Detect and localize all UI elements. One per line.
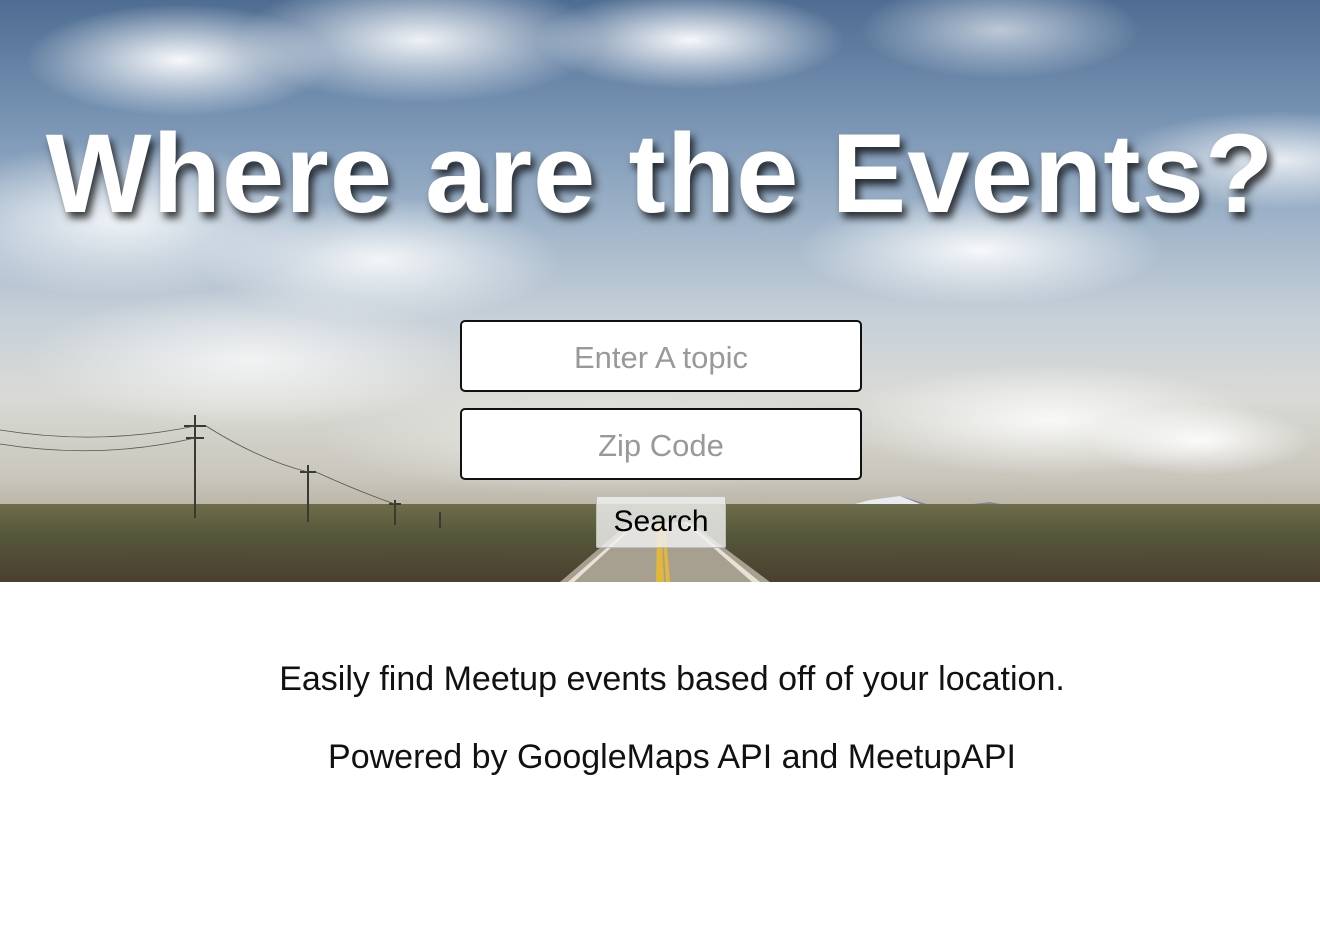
hero-banner: Where are the Events? Search <box>0 0 1320 582</box>
powered-by-text: Powered by GoogleMaps API and MeetupAPI <box>328 738 1016 776</box>
tagline-text: Easily find Meetup events based off of y… <box>279 660 1065 698</box>
search-form: Search <box>0 320 1320 548</box>
page-title: Where are the Events? <box>45 111 1275 236</box>
zip-code-input[interactable] <box>460 408 862 480</box>
info-section: Easily find Meetup events based off of y… <box>0 582 1320 777</box>
search-button[interactable]: Search <box>596 496 726 548</box>
topic-input[interactable] <box>460 320 862 392</box>
